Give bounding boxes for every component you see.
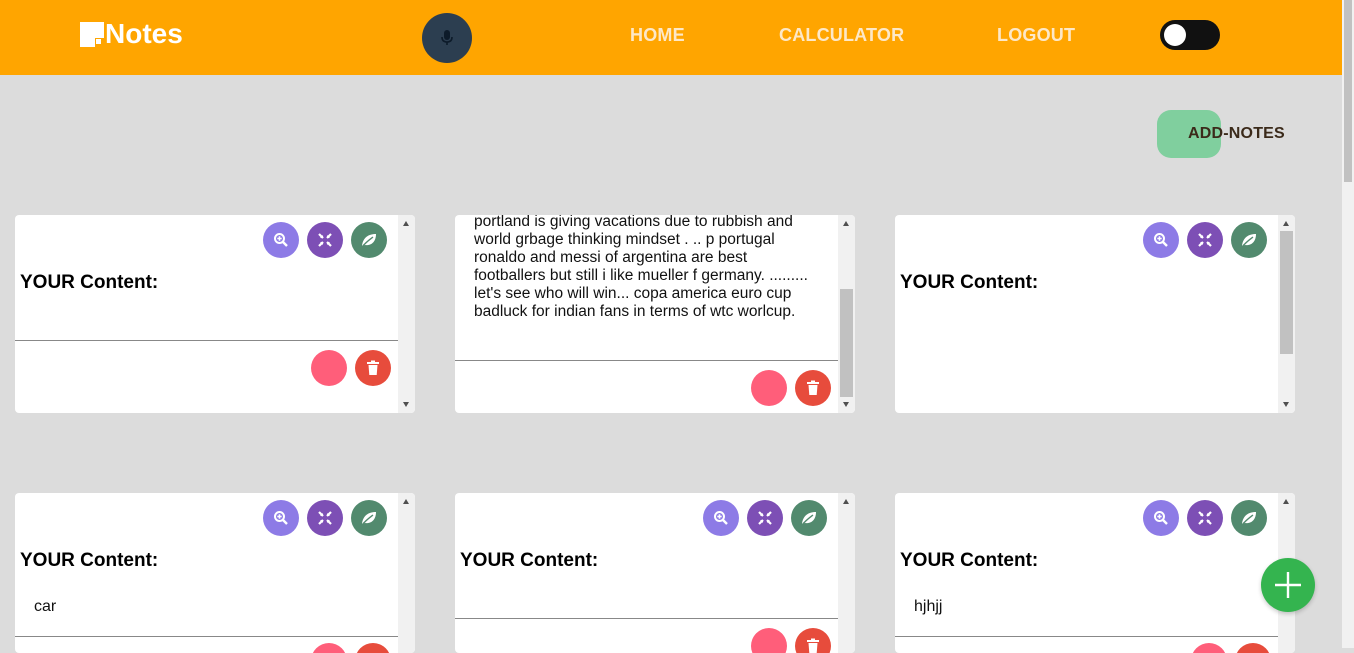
note-card: YOUR Content: car xyxy=(15,493,415,653)
scroll-up-arrow[interactable] xyxy=(843,499,849,504)
nav-home-link[interactable]: HOME xyxy=(630,25,685,46)
card-divider xyxy=(15,340,398,341)
leaf-button[interactable] xyxy=(1231,222,1267,258)
note-text[interactable]: portland is giving vacations due to rubb… xyxy=(474,215,819,321)
compress-button[interactable] xyxy=(1187,500,1223,536)
content-label: YOUR Content: xyxy=(900,550,1039,571)
logo[interactable]: Notes xyxy=(80,18,183,49)
card-divider xyxy=(15,636,398,637)
card-scrollbar[interactable] xyxy=(1278,215,1295,413)
scroll-up-arrow[interactable] xyxy=(843,221,849,226)
mic-button[interactable] xyxy=(422,13,472,63)
zoom-in-icon xyxy=(274,511,288,525)
note-card: YOUR Content: xyxy=(895,215,1295,413)
nav-logout-link[interactable]: LOGOUT xyxy=(997,25,1075,46)
card-divider xyxy=(455,360,838,361)
zoom-button[interactable] xyxy=(1143,500,1179,536)
note-card: YOUR Content: hjhjj xyxy=(895,493,1295,653)
microphone-icon xyxy=(441,30,453,45)
add-note-fab[interactable] xyxy=(1261,558,1315,612)
scroll-down-arrow[interactable] xyxy=(1283,402,1289,407)
card-scrollbar[interactable] xyxy=(398,493,415,653)
zoom-in-icon xyxy=(714,511,728,525)
scroll-down-arrow[interactable] xyxy=(843,402,849,407)
card-scrollbar-thumb[interactable] xyxy=(1280,231,1293,354)
compress-button[interactable] xyxy=(307,500,343,536)
nav-calculator-link[interactable]: CALCULATOR xyxy=(779,25,904,46)
leaf-icon xyxy=(1241,512,1256,526)
color-button[interactable] xyxy=(751,628,787,653)
scroll-up-arrow[interactable] xyxy=(403,221,409,226)
card-divider xyxy=(455,618,838,619)
card-scrollbar[interactable] xyxy=(838,493,855,653)
compress-button[interactable] xyxy=(307,222,343,258)
scroll-up-arrow[interactable] xyxy=(1283,499,1289,504)
card-scrollbar-thumb[interactable] xyxy=(840,289,853,397)
page-scrollbar[interactable] xyxy=(1342,0,1354,648)
delete-button[interactable] xyxy=(795,370,831,406)
note-logo-icon xyxy=(80,21,104,47)
compress-button[interactable] xyxy=(1187,222,1223,258)
scroll-down-arrow[interactable] xyxy=(403,402,409,407)
card-divider xyxy=(895,636,1278,637)
leaf-button[interactable] xyxy=(791,500,827,536)
note-card: YOUR Content: xyxy=(15,215,415,413)
compress-icon xyxy=(758,511,772,525)
delete-button[interactable] xyxy=(355,643,391,653)
content-label: YOUR Content: xyxy=(20,272,159,293)
compress-icon xyxy=(318,511,332,525)
zoom-button[interactable] xyxy=(263,222,299,258)
content-label: YOUR Content: xyxy=(20,550,159,571)
content-label: YOUR Content: xyxy=(460,550,599,571)
card-scrollbar[interactable] xyxy=(398,215,415,413)
delete-button[interactable] xyxy=(355,350,391,386)
color-button[interactable] xyxy=(311,350,347,386)
add-notes-label[interactable]: ADD-NOTES xyxy=(1188,125,1285,143)
compress-icon xyxy=(318,233,332,247)
trash-icon xyxy=(807,638,819,653)
zoom-button[interactable] xyxy=(703,500,739,536)
note-card: YOUR Content: xyxy=(455,493,855,653)
leaf-icon xyxy=(801,512,816,526)
zoom-in-icon xyxy=(1154,511,1168,525)
plus-icon xyxy=(1275,572,1301,598)
note-card: portland is giving vacations due to rubb… xyxy=(455,215,855,413)
zoom-in-icon xyxy=(1154,233,1168,247)
compress-button[interactable] xyxy=(747,500,783,536)
leaf-icon xyxy=(361,234,376,248)
color-button[interactable] xyxy=(311,643,347,653)
leaf-icon xyxy=(361,512,376,526)
content-label: YOUR Content: xyxy=(900,272,1039,293)
logo-text: Notes xyxy=(105,18,183,49)
zoom-in-icon xyxy=(274,233,288,247)
compress-icon xyxy=(1198,511,1212,525)
color-button[interactable] xyxy=(751,370,787,406)
navbar: Notes HOME CALCULATOR LOGOUT xyxy=(0,0,1342,75)
leaf-button[interactable] xyxy=(1231,500,1267,536)
note-text[interactable]: hjhjj xyxy=(914,598,942,616)
color-button[interactable] xyxy=(1191,643,1227,653)
page-scrollbar-thumb[interactable] xyxy=(1344,0,1352,182)
zoom-button[interactable] xyxy=(263,500,299,536)
card-scrollbar[interactable] xyxy=(838,215,855,413)
delete-button[interactable] xyxy=(1235,643,1271,653)
leaf-icon xyxy=(1241,234,1256,248)
leaf-button[interactable] xyxy=(351,222,387,258)
note-text[interactable]: car xyxy=(34,598,56,616)
scroll-up-arrow[interactable] xyxy=(403,499,409,504)
trash-icon xyxy=(807,380,819,395)
toggle-knob xyxy=(1164,24,1186,46)
theme-toggle[interactable] xyxy=(1160,20,1220,50)
compress-icon xyxy=(1198,233,1212,247)
scroll-up-arrow[interactable] xyxy=(1283,221,1289,226)
delete-button[interactable] xyxy=(795,628,831,653)
zoom-button[interactable] xyxy=(1143,222,1179,258)
trash-icon xyxy=(367,360,379,375)
leaf-button[interactable] xyxy=(351,500,387,536)
